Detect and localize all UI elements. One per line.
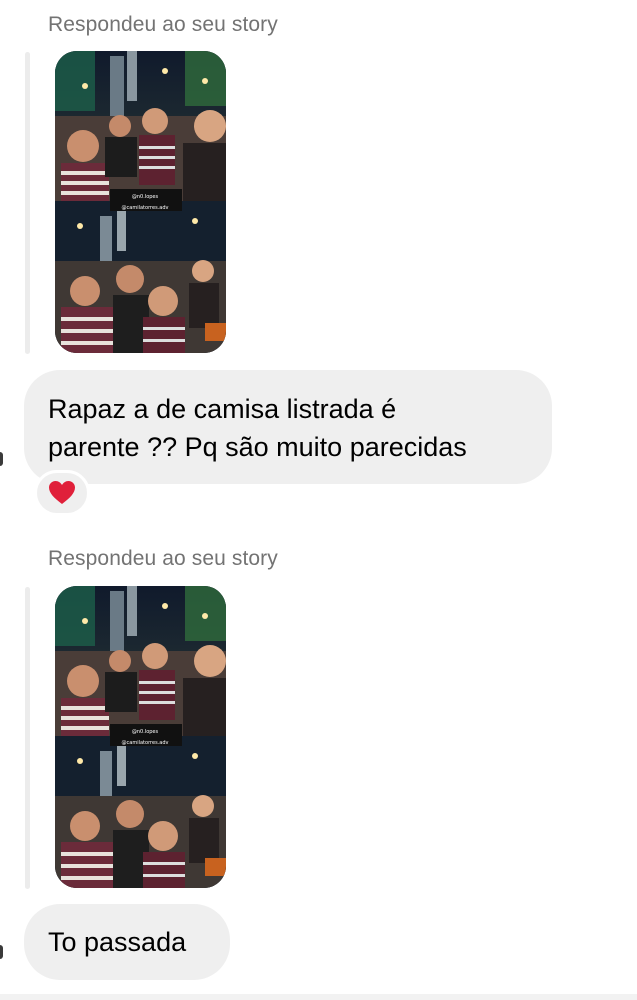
story-reply-label: Respondeu ao seu story	[48, 13, 278, 36]
story-photo-collage: @n0.lopes @camilatorres.adv	[55, 51, 226, 353]
reply-quote-bar	[25, 587, 30, 889]
story-caption-2: @camilatorres.adv	[122, 740, 169, 746]
heart-icon	[49, 481, 75, 504]
message-bubble[interactable]: Rapaz a de camisa listrada é parente ?? …	[24, 370, 552, 484]
message-text-line: parente ?? Pq são muito parecidas	[48, 432, 467, 462]
sender-avatar-edge	[0, 945, 3, 959]
sender-avatar-edge	[0, 452, 3, 466]
story-thumbnail[interactable]: @n0.lopes @camilatorres.adv	[55, 586, 226, 888]
composer-divider	[0, 994, 637, 1000]
story-caption-2: @camilatorres.adv	[122, 205, 169, 211]
message-text-line: Rapaz a de camisa listrada é	[48, 394, 397, 424]
reply-quote-bar	[25, 52, 30, 354]
story-caption-1: @n0.lopes	[132, 729, 159, 735]
reaction-badge[interactable]	[34, 470, 90, 516]
story-photo-collage: @n0.lopes @camilatorres.adv	[55, 586, 226, 888]
story-caption-1: @n0.lopes	[132, 194, 159, 200]
message-text-line: To passada	[48, 927, 187, 957]
story-reply-label: Respondeu ao seu story	[48, 547, 278, 570]
message-bubble[interactable]: To passada	[24, 904, 230, 980]
story-thumbnail[interactable]: @n0.lopes @camilatorres.adv	[55, 51, 226, 353]
